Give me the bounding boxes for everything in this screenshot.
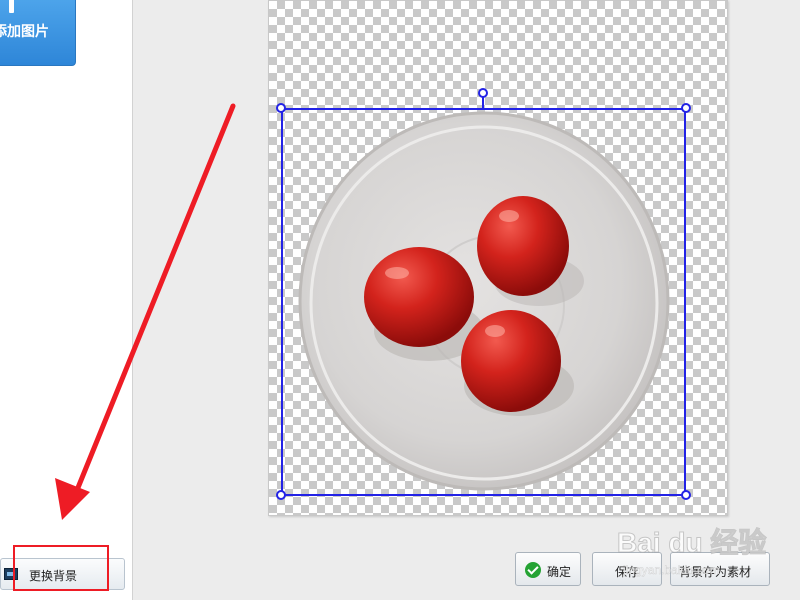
save-background-as-material-label: 背景存为素材 [679,565,752,579]
rotate-handle-line [482,97,484,109]
add-image-button[interactable]: 添加图片 [0,0,76,66]
save-label: 保存 [615,565,640,579]
resize-handle-top-left[interactable] [276,103,286,113]
plus-icon [9,0,14,13]
rotate-handle[interactable] [478,88,488,98]
left-panel: 添加图片 更换背景 [0,0,133,600]
save-background-as-material-button[interactable]: 背景存为素材 [670,552,770,586]
annotation-highlight-box [13,545,109,591]
resize-handle-bottom-left[interactable] [276,490,286,500]
resize-handle-bottom-right[interactable] [681,490,691,500]
confirm-button[interactable]: 确定 [515,552,581,586]
check-icon [525,562,541,578]
confirm-label: 确定 [547,565,572,579]
add-image-label: 添加图片 [0,24,49,40]
save-button[interactable]: 保存 [592,552,662,586]
resize-handle-top-right[interactable] [681,103,691,113]
selection-box[interactable] [281,108,686,496]
